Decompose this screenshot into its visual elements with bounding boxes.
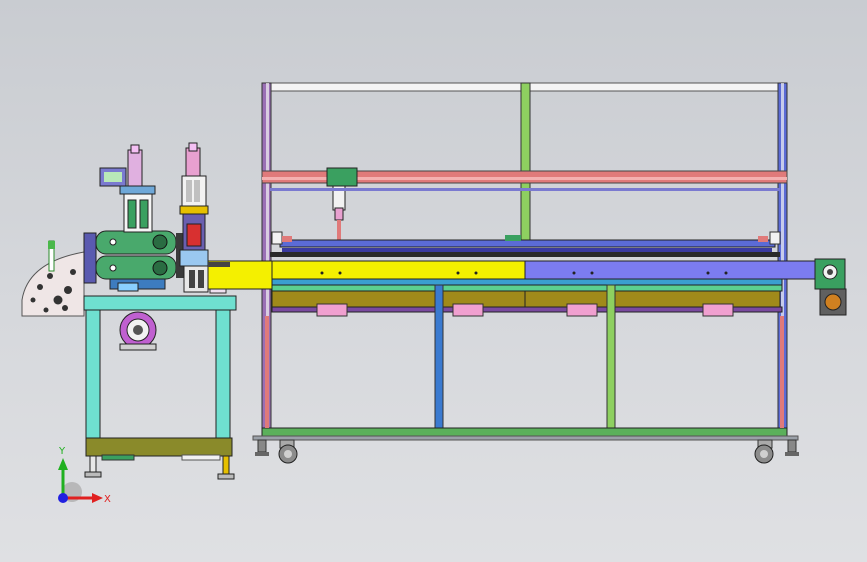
left-machine-head: [83, 144, 184, 292]
z-axis-dot: [58, 493, 68, 503]
machine-drawing: Y X: [21, 82, 847, 505]
y-axis-label: Y: [58, 446, 66, 457]
conveyor-beam: [207, 258, 847, 317]
casters: [255, 439, 799, 464]
cad-viewport[interactable]: Y X: [0, 0, 867, 562]
left-table: [83, 295, 237, 480]
x-axis-label: X: [104, 494, 111, 505]
left-disc-plate: [21, 240, 85, 317]
